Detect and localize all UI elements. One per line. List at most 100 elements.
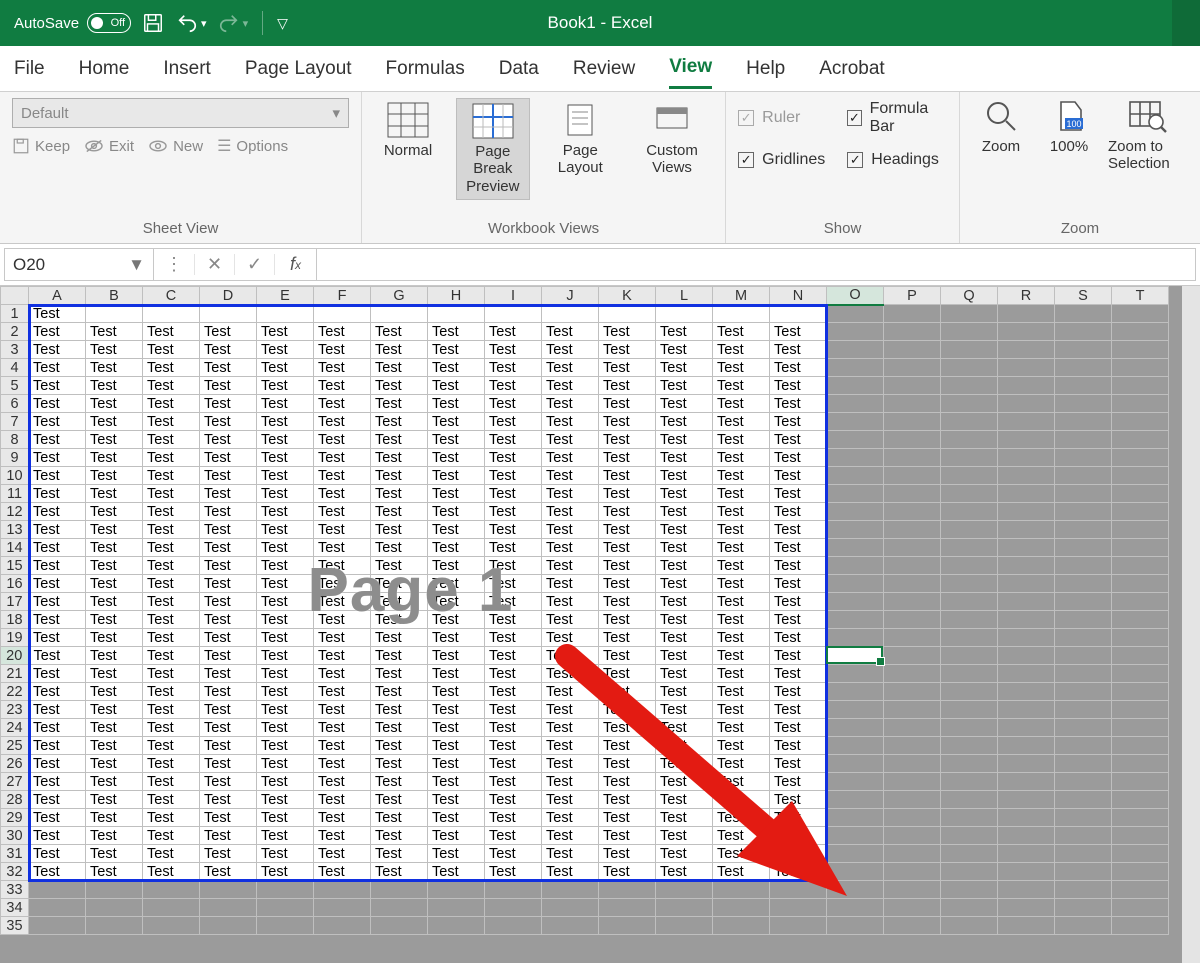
cell[interactable]: Test <box>314 629 371 647</box>
cell[interactable] <box>1112 899 1169 917</box>
cell[interactable]: Test <box>485 845 542 863</box>
cell[interactable] <box>998 467 1055 485</box>
cell[interactable]: Test <box>86 719 143 737</box>
cell[interactable]: Test <box>143 413 200 431</box>
cell[interactable] <box>1112 827 1169 845</box>
cell[interactable]: Test <box>428 395 485 413</box>
cell[interactable]: Test <box>428 503 485 521</box>
cell[interactable]: Test <box>428 683 485 701</box>
column-header[interactable]: S <box>1055 287 1112 305</box>
cell[interactable]: Test <box>770 485 827 503</box>
cell[interactable]: Test <box>485 629 542 647</box>
cell[interactable] <box>143 917 200 935</box>
cell[interactable] <box>86 881 143 899</box>
cell[interactable] <box>884 413 941 431</box>
cell[interactable]: Test <box>542 737 599 755</box>
cell[interactable]: Test <box>29 395 86 413</box>
cell[interactable]: Test <box>86 629 143 647</box>
cell[interactable]: Test <box>257 611 314 629</box>
cell[interactable]: Test <box>86 395 143 413</box>
cell[interactable]: Test <box>485 665 542 683</box>
cell[interactable]: Test <box>770 377 827 395</box>
cell[interactable]: Test <box>428 791 485 809</box>
cell[interactable]: Test <box>143 521 200 539</box>
cell[interactable] <box>1112 755 1169 773</box>
cell[interactable] <box>1055 377 1112 395</box>
tab-insert[interactable]: Insert <box>163 50 211 88</box>
cell[interactable]: Test <box>428 467 485 485</box>
cell[interactable]: Test <box>656 449 713 467</box>
cell[interactable] <box>1055 701 1112 719</box>
cell[interactable]: Test <box>542 395 599 413</box>
cell[interactable]: Test <box>257 575 314 593</box>
cell[interactable]: Test <box>314 413 371 431</box>
cell[interactable] <box>599 899 656 917</box>
cell[interactable]: Test <box>713 449 770 467</box>
cell[interactable]: Test <box>713 359 770 377</box>
cell[interactable]: Test <box>257 323 314 341</box>
cell[interactable]: Test <box>29 809 86 827</box>
cell[interactable]: Test <box>86 449 143 467</box>
cell[interactable]: Test <box>485 575 542 593</box>
cell[interactable] <box>713 917 770 935</box>
cell[interactable]: Test <box>656 485 713 503</box>
cell[interactable]: Test <box>86 323 143 341</box>
cell[interactable] <box>827 377 884 395</box>
tab-review[interactable]: Review <box>573 50 635 88</box>
row-header[interactable]: 10 <box>1 467 29 485</box>
cell[interactable]: Test <box>656 791 713 809</box>
cell[interactable]: Test <box>314 485 371 503</box>
cell[interactable] <box>827 647 884 665</box>
cell[interactable] <box>998 701 1055 719</box>
cell[interactable]: Test <box>86 503 143 521</box>
cell[interactable]: Test <box>29 449 86 467</box>
cell[interactable] <box>770 305 827 323</box>
cell[interactable]: Test <box>143 341 200 359</box>
cell[interactable]: Test <box>656 503 713 521</box>
cell[interactable]: Test <box>29 359 86 377</box>
cell[interactable]: Test <box>428 827 485 845</box>
cell[interactable]: Test <box>29 863 86 881</box>
column-header[interactable]: A <box>29 287 86 305</box>
cell[interactable] <box>1112 377 1169 395</box>
cell[interactable]: Test <box>713 575 770 593</box>
cell[interactable]: Test <box>257 773 314 791</box>
column-header[interactable]: M <box>713 287 770 305</box>
cell[interactable]: Test <box>542 539 599 557</box>
cell[interactable]: Test <box>485 377 542 395</box>
cell[interactable]: Test <box>656 773 713 791</box>
row-header[interactable]: 7 <box>1 413 29 431</box>
cell[interactable] <box>941 647 998 665</box>
cell[interactable] <box>998 377 1055 395</box>
cell[interactable]: Test <box>770 647 827 665</box>
cell[interactable]: Test <box>29 575 86 593</box>
cell[interactable]: Test <box>200 377 257 395</box>
cell[interactable]: Test <box>485 413 542 431</box>
cell[interactable]: Test <box>428 431 485 449</box>
page-layout-button[interactable]: Page Layout <box>544 98 617 181</box>
row-header[interactable]: 18 <box>1 611 29 629</box>
cell[interactable] <box>656 917 713 935</box>
cell[interactable]: Test <box>542 827 599 845</box>
cell[interactable] <box>998 593 1055 611</box>
cell[interactable] <box>941 611 998 629</box>
cell[interactable]: Test <box>86 575 143 593</box>
cell[interactable] <box>827 755 884 773</box>
row-header[interactable]: 21 <box>1 665 29 683</box>
cell[interactable]: Test <box>86 593 143 611</box>
cell[interactable]: Test <box>143 863 200 881</box>
cell[interactable] <box>770 899 827 917</box>
cell[interactable]: Test <box>257 449 314 467</box>
cell[interactable]: Test <box>713 737 770 755</box>
cell[interactable]: Test <box>485 755 542 773</box>
cell[interactable] <box>884 575 941 593</box>
cell[interactable]: Test <box>200 557 257 575</box>
cell[interactable] <box>998 305 1055 323</box>
cell[interactable] <box>770 881 827 899</box>
cell[interactable]: Test <box>599 683 656 701</box>
vertical-scrollbar[interactable] <box>1182 286 1200 963</box>
cell[interactable] <box>941 791 998 809</box>
cell[interactable]: Test <box>200 755 257 773</box>
cell[interactable]: Test <box>485 323 542 341</box>
cell[interactable] <box>998 719 1055 737</box>
